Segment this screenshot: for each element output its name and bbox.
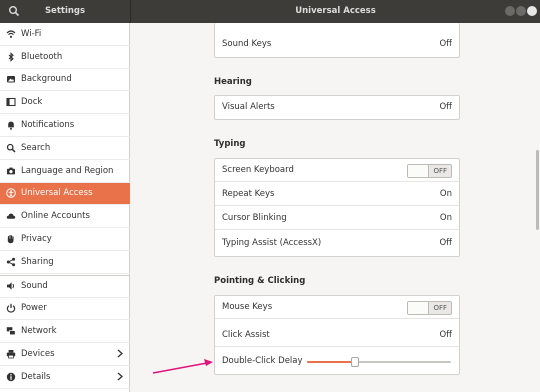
typing-assist-row[interactable]: Typing Assist (AccessX) Off [215,232,459,255]
screen-keyboard-label: Screen Keyboard [222,165,294,175]
sidebar: Wi-Fi Bluetooth Background Dock Notifica… [0,23,130,392]
speaker-icon [6,281,16,291]
sidebar-item-label: Online Accounts [21,211,90,222]
panel-title: Universal Access [295,6,376,16]
sidebar-item-online-accounts[interactable]: Online Accounts [0,205,130,229]
repeat-keys-row[interactable]: Repeat Keys On [215,183,459,206]
sidebar-item-dock[interactable]: Dock [0,91,130,115]
chevron-right-icon [117,349,123,358]
hand-icon [6,234,16,244]
minimize-button[interactable] [505,6,515,16]
sidebar-item-details[interactable]: Details [0,366,130,389]
accessibility-icon [6,188,16,199]
sidebar-item-label: Power [21,303,47,314]
sidebar-item-power[interactable]: Power [0,298,130,321]
hearing-card: Visual Alerts Off [214,95,460,120]
network-icon [6,326,16,336]
slider-handle[interactable] [350,357,359,367]
sidebar-item-label: Details [21,371,51,382]
sidebar-item-notifications[interactable]: Notifications [0,114,130,137]
maximize-button[interactable] [516,6,526,16]
visual-alerts-label: Visual Alerts [222,102,275,112]
mouse-keys-label: Mouse Keys [222,302,273,312]
screen-keyboard-switch[interactable]: OFF [407,164,452,178]
sound-keys-label: Sound Keys [222,39,272,49]
seeing-card: Sound Keys Off [214,23,460,58]
sidebar-item-universal-access[interactable]: Universal Access [0,182,130,206]
sidebar-item-devices[interactable]: Devices [0,343,130,366]
sound-keys-row[interactable]: Sound Keys Off [215,33,459,56]
sidebar-item-search[interactable]: Search [0,137,130,160]
double-click-delay-row: Double-Click Delay [215,350,459,373]
share-icon [6,257,16,267]
sidebar-item-label: Language and Region [21,165,114,176]
sidebar-item-wifi[interactable]: Wi-Fi [0,23,130,46]
sidebar-item-label: Search [21,142,51,153]
cursor-blinking-value: On [439,213,452,223]
sidebar-item-label: Devices [21,349,55,360]
visual-alerts-row[interactable]: Visual Alerts Off [215,96,459,119]
mouse-keys-switch[interactable]: OFF [407,301,452,315]
sidebar-item-label: Wi-Fi [21,28,42,39]
typing-heading: Typing [214,139,246,149]
sidebar-item-language-and-region[interactable]: Language and Region [0,160,130,183]
bluetooth-icon [6,51,16,62]
slider-fill [307,361,355,363]
sidebar-item-label: Notifications [21,120,75,131]
sidebar-item-label: Universal Access [21,188,93,199]
close-button[interactable] [527,6,537,16]
typing-assist-value: Off [439,238,452,248]
search-icon [6,143,16,153]
pointing-card: Mouse Keys OFF Click Assist Off Double-C… [214,295,460,375]
switch-state: OFF [433,304,447,312]
cloud-icon [6,211,16,221]
printer-icon [6,349,16,359]
cursor-blinking-label: Cursor Blinking [222,213,287,223]
cursor-blinking-row[interactable]: Cursor Blinking On [215,207,459,230]
sidebar-item-privacy[interactable]: Privacy [0,228,130,251]
mouse-keys-row[interactable]: Mouse Keys OFF [215,296,459,319]
settings-title: Settings [44,6,86,16]
repeat-keys-value: On [439,189,452,199]
info-icon [6,372,16,382]
sidebar-item-label: Sound [21,281,48,292]
dock-icon [6,97,16,107]
chevron-right-icon [117,372,123,381]
sidebar-item-label: Bluetooth [21,51,63,62]
switch-knob [408,165,429,177]
power-icon [6,303,16,314]
sidebar-item-background[interactable]: Background [0,69,130,92]
switch-knob [408,302,429,314]
background-icon [6,74,16,84]
sidebar-item-bluetooth[interactable]: Bluetooth [0,46,130,69]
sound-keys-value: Off [439,39,452,49]
pointing-clicking-heading: Pointing & Clicking [214,276,306,286]
sidebar-item-label: Network [21,326,57,337]
click-assist-label: Click Assist [222,330,270,340]
scrollbar[interactable] [536,150,539,230]
sidebar-item-label: Privacy [21,234,52,245]
sidebar-item-label: Sharing [21,256,54,267]
typing-assist-label: Typing Assist (AccessX) [222,238,322,248]
click-assist-value: Off [439,330,452,340]
click-assist-row[interactable]: Click Assist Off [215,324,459,347]
camera-icon [6,166,16,176]
wifi-icon [6,29,16,39]
double-click-delay-label: Double-Click Delay [222,356,303,366]
repeat-keys-label: Repeat Keys [222,189,275,199]
typing-card: Screen Keyboard OFF Repeat Keys On Curso… [214,158,460,257]
sidebar-item-label: Background [21,74,72,85]
hearing-heading: Hearing [214,77,252,87]
sidebar-item-network[interactable]: Network [0,320,130,344]
sidebar-item-sound[interactable]: Sound [0,274,130,298]
switch-state: OFF [433,167,447,175]
double-click-delay-slider[interactable] [307,357,451,367]
sidebar-item-label: Dock [21,97,43,108]
visual-alerts-value: Off [439,102,452,112]
title-bar: Settings Universal Access [0,0,540,23]
screen-keyboard-row[interactable]: Screen Keyboard OFF [215,159,459,182]
sidebar-item-sharing[interactable]: Sharing [0,251,130,274]
bell-icon [6,120,16,130]
